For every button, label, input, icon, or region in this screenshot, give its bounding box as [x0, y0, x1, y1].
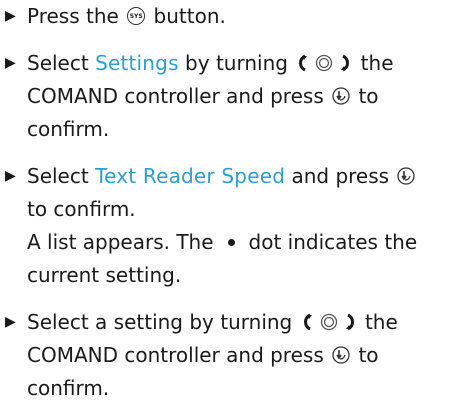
triangle-bullet-icon: [5, 47, 19, 80]
triangle-bullet-icon: [5, 306, 19, 339]
step-2-text-middle: by turning: [178, 51, 295, 75]
step-3-text-after: to confirm.: [27, 197, 136, 221]
step-4-text-before: Select a setting by turning: [27, 310, 299, 334]
step-3: Select Text Reader Speed and press to co…: [3, 160, 449, 292]
menu-item-text-reader-speed: Text Reader Speed: [95, 164, 286, 188]
step-1-text-before: Press the: [27, 4, 126, 28]
step-2: Select Settings by turning the COMAND co…: [3, 47, 449, 146]
selection-dot-icon: [227, 239, 235, 246]
instruction-steps: Press the SYS button. Select Settings by…: [3, 0, 449, 405]
step-3-text-before: Select: [27, 164, 96, 188]
step-1: Press the SYS button.: [3, 0, 449, 33]
step-3-note-before: A list appears. The: [27, 230, 214, 254]
triangle-bullet-icon: [5, 0, 19, 33]
controller-turn-icon: [299, 54, 350, 71]
step-4: Select a setting by turning the COMAND c…: [3, 306, 449, 405]
step-2-text-before: Select: [27, 51, 96, 75]
controller-press-icon: [397, 166, 416, 185]
menu-item-settings: Settings: [95, 51, 179, 75]
controller-press-icon: [332, 345, 350, 364]
triangle-bullet-icon: [5, 160, 19, 193]
controller-press-icon: [332, 86, 350, 105]
step-1-text-after: button.: [147, 4, 226, 28]
system-button-icon: SYS: [127, 6, 146, 25]
controller-turn-icon: [303, 313, 354, 330]
step-3-text-middle: and press: [285, 164, 396, 188]
